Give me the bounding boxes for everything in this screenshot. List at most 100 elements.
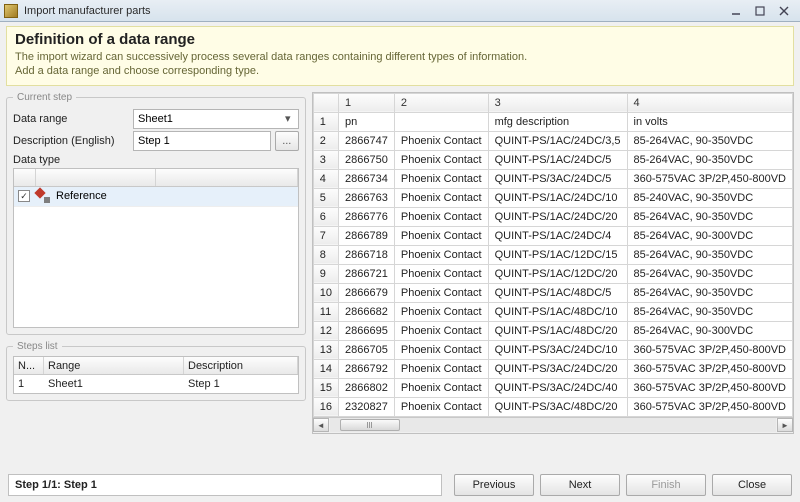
table-cell: in volts [627, 112, 792, 131]
steps-col-range[interactable]: Range [44, 357, 184, 374]
steps-list-group: Steps list N... Range Description 1 Shee… [6, 341, 306, 401]
banner-text-1: The import wizard can successively proce… [15, 50, 785, 64]
steps-cell-range: Sheet1 [44, 375, 184, 393]
table-row[interactable]: 112866682Phoenix ContactQUINT-PS/1AC/48D… [313, 302, 792, 321]
steps-row[interactable]: 1 Sheet1 Step 1 [14, 375, 298, 393]
row-number: 3 [313, 150, 338, 169]
table-cell: 2866763 [339, 188, 395, 207]
table-cell: Phoenix Contact [394, 226, 488, 245]
table-row[interactable]: 52866763Phoenix ContactQUINT-PS/1AC/24DC… [313, 188, 792, 207]
table-row[interactable]: 42866734Phoenix ContactQUINT-PS/3AC/24DC… [313, 169, 792, 188]
table-row[interactable]: 72866789Phoenix ContactQUINT-PS/1AC/24DC… [313, 226, 792, 245]
table-cell: Phoenix Contact [394, 207, 488, 226]
table-row[interactable]: 122866695Phoenix ContactQUINT-PS/1AC/48D… [313, 321, 792, 340]
table-cell: 2866802 [339, 378, 395, 397]
table-row[interactable]: 82866718Phoenix ContactQUINT-PS/1AC/12DC… [313, 245, 792, 264]
row-number: 16 [313, 397, 338, 416]
scroll-left-button[interactable]: ◄ [313, 418, 329, 432]
previous-button[interactable]: Previous [454, 474, 534, 496]
table-cell: 2866718 [339, 245, 395, 264]
data-type-checkbox[interactable]: ✓ [18, 190, 30, 202]
table-cell: QUINT-PS/1AC/24DC/4 [488, 226, 627, 245]
row-number: 1 [313, 112, 338, 131]
description-label: Description (English) [13, 135, 133, 147]
finish-button[interactable]: Finish [626, 474, 706, 496]
table-row[interactable]: 92866721Phoenix ContactQUINT-PS/1AC/12DC… [313, 264, 792, 283]
table-row[interactable]: 152866802Phoenix ContactQUINT-PS/3AC/24D… [313, 378, 792, 397]
table-cell: 85-264VAC, 90-350VDC [627, 150, 792, 169]
table-cell: Phoenix Contact [394, 321, 488, 340]
table-cell: Phoenix Contact [394, 150, 488, 169]
table-cell: QUINT-PS/3AC/48DC/20 [488, 397, 627, 416]
table-cell: 85-264VAC, 90-350VDC [627, 302, 792, 321]
table-row[interactable]: 22866747Phoenix ContactQUINT-PS/1AC/24DC… [313, 131, 792, 150]
table-cell: 360-575VAC 3P/2P,450-800VD [627, 359, 792, 378]
table-cell: QUINT-PS/1AC/48DC/5 [488, 283, 627, 302]
table-cell: 2320827 [339, 397, 395, 416]
row-number: 15 [313, 378, 338, 397]
table-cell: QUINT-PS/1AC/24DC/5 [488, 150, 627, 169]
table-cell: 2866792 [339, 359, 395, 378]
col-header[interactable]: 2 [394, 93, 488, 112]
table-cell: 360-575VAC 3P/2P,450-800VD [627, 169, 792, 188]
table-cell: 85-264VAC, 90-350VDC [627, 283, 792, 302]
steps-cell-num: 1 [14, 375, 44, 393]
table-row[interactable]: 162320827Phoenix ContactQUINT-PS/3AC/48D… [313, 397, 792, 416]
minimize-button[interactable] [724, 4, 748, 18]
table-cell: 85-264VAC, 90-350VDC [627, 131, 792, 150]
steps-col-desc[interactable]: Description [184, 357, 298, 374]
table-cell: 360-575VAC 3P/2P,450-800VD [627, 340, 792, 359]
col-header[interactable]: 4 [627, 93, 792, 112]
scroll-right-button[interactable]: ► [777, 418, 793, 432]
table-cell: 2866705 [339, 340, 395, 359]
banner-text-2: Add a data range and choose correspondin… [15, 64, 785, 78]
table-cell: QUINT-PS/3AC/24DC/10 [488, 340, 627, 359]
footer-bar: Step 1/1: Step 1 Previous Next Finish Cl… [0, 468, 800, 502]
table-row[interactable]: 102866679Phoenix ContactQUINT-PS/1AC/48D… [313, 283, 792, 302]
table-cell: pn [339, 112, 395, 131]
table-cell: 2866695 [339, 321, 395, 340]
row-number: 2 [313, 131, 338, 150]
table-cell: 2866747 [339, 131, 395, 150]
row-number: 9 [313, 264, 338, 283]
table-row[interactable]: 142866792Phoenix ContactQUINT-PS/3AC/24D… [313, 359, 792, 378]
data-preview-grid[interactable]: 1234 1pnmfg descriptionin volts22866747P… [312, 92, 794, 434]
steps-col-num[interactable]: N... [14, 357, 44, 374]
data-type-row-reference[interactable]: ✓ Reference [14, 187, 298, 207]
table-cell: QUINT-PS/3AC/24DC/20 [488, 359, 627, 378]
data-type-grid[interactable]: ✓ Reference [13, 168, 299, 328]
table-cell: 2866776 [339, 207, 395, 226]
reference-icon [36, 189, 50, 203]
table-cell: QUINT-PS/1AC/12DC/15 [488, 245, 627, 264]
close-dialog-button[interactable]: Close [712, 474, 792, 496]
table-row[interactable]: 32866750Phoenix ContactQUINT-PS/1AC/24DC… [313, 150, 792, 169]
table-cell: Phoenix Contact [394, 397, 488, 416]
row-number: 4 [313, 169, 338, 188]
table-cell: mfg description [488, 112, 627, 131]
table-cell: 360-575VAC 3P/2P,450-800VD [627, 397, 792, 416]
scroll-thumb[interactable] [340, 419, 400, 431]
close-button[interactable] [772, 4, 796, 18]
horizontal-scrollbar[interactable]: ◄ ► [313, 417, 793, 433]
app-icon [4, 4, 18, 18]
chevron-down-icon: ▾ [280, 112, 296, 125]
description-more-button[interactable]: ... [275, 131, 299, 151]
next-button[interactable]: Next [540, 474, 620, 496]
data-type-label: Data type [13, 154, 299, 166]
maximize-button[interactable] [748, 4, 772, 18]
col-header[interactable]: 3 [488, 93, 627, 112]
description-input[interactable]: Step 1 [133, 131, 271, 151]
row-number: 10 [313, 283, 338, 302]
table-cell: Phoenix Contact [394, 359, 488, 378]
table-cell: 2866750 [339, 150, 395, 169]
col-header[interactable]: 1 [339, 93, 395, 112]
current-step-legend: Current step [13, 92, 76, 103]
row-number: 6 [313, 207, 338, 226]
table-row[interactable]: 62866776Phoenix ContactQUINT-PS/1AC/24DC… [313, 207, 792, 226]
steps-list-grid[interactable]: N... Range Description 1 Sheet1 Step 1 [13, 356, 299, 394]
table-cell: Phoenix Contact [394, 302, 488, 321]
data-range-combo[interactable]: Sheet1 ▾ [133, 109, 299, 129]
table-cell: QUINT-PS/1AC/48DC/10 [488, 302, 627, 321]
table-row[interactable]: 132866705Phoenix ContactQUINT-PS/3AC/24D… [313, 340, 792, 359]
table-row[interactable]: 1pn mfg descriptionin volts [313, 112, 792, 131]
